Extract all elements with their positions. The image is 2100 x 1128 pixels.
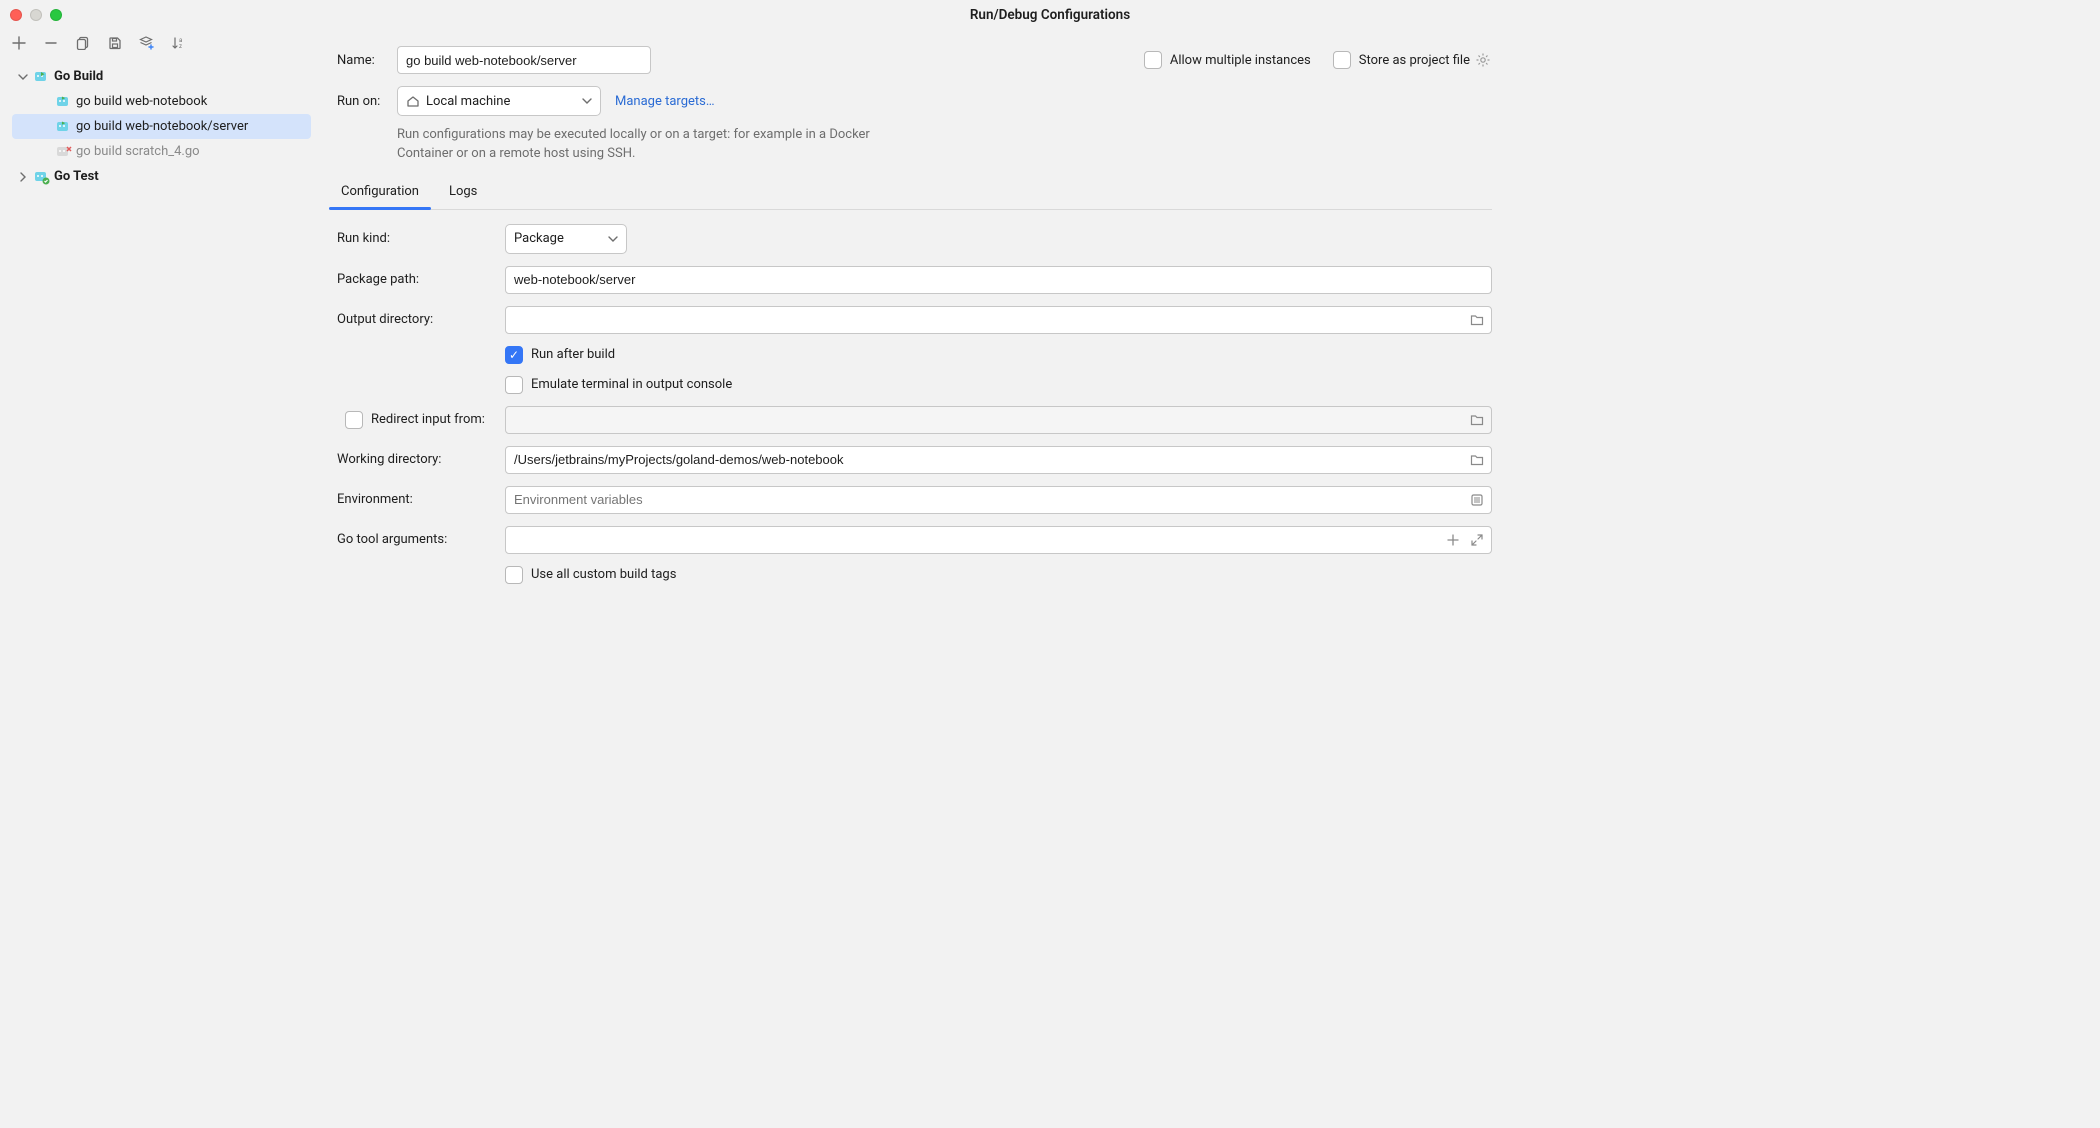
checkbox-icon: ✓: [505, 346, 523, 364]
browse-folder-button[interactable]: [1466, 409, 1488, 431]
environment-label: Environment:: [337, 492, 505, 507]
checkbox-icon: [505, 566, 523, 584]
tree-item-label: go build web-notebook/server: [76, 119, 248, 134]
tree-item-label: go build web-notebook: [76, 94, 207, 109]
emulate-terminal-checkbox[interactable]: Emulate terminal in output console: [505, 376, 1492, 394]
go-build-icon: [34, 69, 50, 85]
tab-configuration[interactable]: Configuration: [337, 176, 423, 209]
folder-icon: [1470, 413, 1484, 427]
run-after-build-checkbox[interactable]: ✓ Run after build: [505, 346, 1492, 364]
checkbox-label: Redirect input from:: [371, 412, 485, 427]
working-directory-input[interactable]: [505, 446, 1492, 474]
chevron-down-icon: [16, 70, 30, 84]
save-configuration-button[interactable]: [106, 34, 124, 52]
use-custom-build-tags-checkbox[interactable]: Use all custom build tags: [505, 566, 1492, 584]
home-icon: [406, 94, 420, 108]
name-input[interactable]: [397, 46, 651, 74]
remove-configuration-button[interactable]: [42, 34, 60, 52]
name-label: Name:: [337, 53, 397, 68]
checkbox-icon: [345, 411, 363, 429]
tree-item-config-2[interactable]: go build scratch_4.go: [0, 139, 323, 164]
output-directory-label: Output directory:: [337, 312, 505, 327]
traffic-lights: [10, 9, 62, 21]
working-directory-label: Working directory:: [337, 452, 505, 467]
redirect-input-path: [505, 406, 1492, 434]
store-as-project-file-checkbox[interactable]: Store as project file: [1333, 51, 1470, 69]
sidebar-toolbar: az: [0, 30, 323, 60]
svg-text:z: z: [179, 43, 182, 50]
expand-icon: [1471, 534, 1483, 546]
folder-icon: [1470, 313, 1484, 327]
configuration-form: Run kind: Package Package path: Output d…: [337, 224, 1492, 584]
checkbox-icon: [1144, 51, 1162, 69]
tree-category-go-test[interactable]: Go Test: [0, 164, 323, 189]
run-on-hint-text: Run configurations may be executed local…: [397, 126, 917, 164]
checkbox-icon: [505, 376, 523, 394]
edit-templates-button[interactable]: [138, 34, 156, 52]
checkbox-icon: [1333, 51, 1351, 69]
edit-environment-button[interactable]: [1466, 489, 1488, 511]
list-icon: [1470, 493, 1484, 507]
go-build-icon: [56, 94, 72, 110]
browse-folder-button[interactable]: [1466, 309, 1488, 331]
checkbox-label: Use all custom build tags: [531, 567, 676, 582]
add-configuration-button[interactable]: [10, 34, 28, 52]
run-on-select[interactable]: Local machine: [397, 86, 601, 116]
tree-item-label: go build scratch_4.go: [76, 144, 200, 159]
checkbox-label: Store as project file: [1359, 53, 1470, 68]
output-directory-input[interactable]: [505, 306, 1492, 334]
checkbox-label: Run after build: [531, 347, 615, 362]
run-on-label: Run on:: [337, 94, 397, 109]
titlebar: Run/Debug Configurations: [0, 0, 1506, 30]
tree-item-config-1[interactable]: go build web-notebook/server: [12, 114, 311, 139]
sidebar: az Go Build go build web-notebook: [0, 30, 323, 810]
tree-category-label: Go Test: [54, 169, 99, 184]
chevron-down-icon: [608, 234, 618, 244]
allow-multiple-instances-checkbox[interactable]: Allow multiple instances: [1144, 51, 1311, 69]
go-test-icon: [34, 169, 50, 185]
tabs: Configuration Logs: [337, 176, 1492, 210]
checkbox-label: Emulate terminal in output console: [531, 377, 732, 392]
redirect-input-checkbox[interactable]: Redirect input from:: [337, 411, 505, 429]
window-close-button[interactable]: [10, 9, 22, 21]
chevron-down-icon: [582, 96, 592, 106]
tab-logs[interactable]: Logs: [445, 176, 481, 209]
window-zoom-button[interactable]: [50, 9, 62, 21]
chevron-right-icon: [16, 170, 30, 184]
window-title: Run/Debug Configurations: [0, 7, 2100, 23]
plus-icon: [1447, 534, 1459, 546]
tree-item-config-0[interactable]: go build web-notebook: [0, 89, 323, 114]
form-panel: Name: Allow multiple instances Store as …: [323, 30, 1506, 810]
window-minimize-button[interactable]: [30, 9, 42, 21]
manage-targets-link[interactable]: Manage targets…: [615, 94, 715, 109]
sort-alphabetically-button[interactable]: az: [170, 34, 188, 52]
configurations-tree[interactable]: Go Build go build web-notebook go build …: [0, 60, 323, 810]
go-build-icon-invalid: [56, 144, 72, 160]
run-on-value: Local machine: [426, 94, 576, 109]
go-build-icon: [56, 119, 72, 135]
run-kind-select[interactable]: Package: [505, 224, 627, 254]
package-path-input[interactable]: [505, 266, 1492, 294]
expand-field-button[interactable]: [1466, 529, 1488, 551]
checkbox-label: Allow multiple instances: [1170, 53, 1311, 68]
browse-folder-button[interactable]: [1466, 449, 1488, 471]
copy-configuration-button[interactable]: [74, 34, 92, 52]
run-kind-label: Run kind:: [337, 231, 505, 246]
gear-icon[interactable]: [1474, 51, 1492, 69]
tree-category-go-build[interactable]: Go Build: [0, 64, 323, 89]
insert-macro-button[interactable]: [1442, 529, 1464, 551]
go-tool-args-label: Go tool arguments:: [337, 532, 505, 547]
run-kind-value: Package: [514, 231, 602, 246]
folder-icon: [1470, 453, 1484, 467]
go-tool-args-input[interactable]: [505, 526, 1492, 554]
package-path-label: Package path:: [337, 272, 505, 287]
tree-category-label: Go Build: [54, 69, 103, 84]
environment-input[interactable]: [505, 486, 1492, 514]
